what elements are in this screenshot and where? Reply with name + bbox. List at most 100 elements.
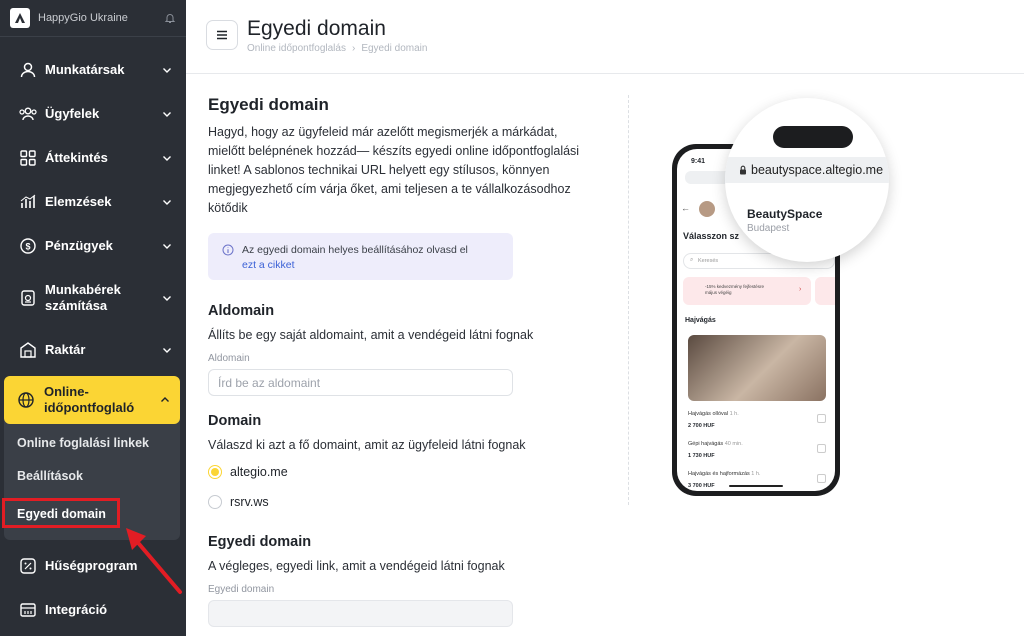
sidebar-item-label: Munkabérek számítása [45, 282, 121, 313]
sidebar-item-label: Ügyfelek [45, 106, 100, 121]
promo-card [815, 277, 835, 305]
avatar [699, 201, 715, 217]
sidebar-item-label: Pénzügyek [45, 238, 113, 253]
magnifier-zoom: beautyspace.altegio.me BeautySpace Budap… [725, 98, 889, 262]
chevron-down-icon [163, 296, 171, 301]
service-price: 2 700 HUF [688, 423, 715, 429]
url-bar: beautyspace.altegio.me [725, 157, 889, 183]
page-header: Egyedi domain Online időpontfoglalás › E… [186, 0, 1024, 74]
custom-domain-label: Egyedi domain [208, 584, 275, 595]
section-description: Hagyd, hogy az ügyfeleid már azelőtt meg… [208, 125, 580, 215]
coin-icon: $ [18, 236, 38, 256]
chevron-down-icon [163, 112, 171, 117]
subdomain-input[interactable]: Írd be az aldomaint [208, 369, 513, 396]
domain-option-rsrv[interactable]: rsrv.ws [208, 495, 608, 509]
red-arrow-icon [126, 528, 182, 594]
business-name: BeautySpace [747, 207, 823, 221]
sidebar-item-label: Raktár [45, 342, 86, 357]
url-text: beautyspace.altegio.me [751, 163, 884, 177]
sidebar-item-munkatarsak[interactable]: Munkatársak [0, 48, 186, 92]
service-image [688, 335, 826, 401]
breadcrumb: Online időpontfoglalás › Egyedi domain [247, 43, 427, 54]
highlight-box [2, 498, 120, 528]
sidebar-subitem-booking-links[interactable]: Online foglalási linkek [4, 426, 180, 459]
bell-icon[interactable] [164, 12, 176, 24]
chevron-down-icon [163, 156, 171, 161]
sidebar-item-munkaberek[interactable]: Munkabérek számítása [0, 268, 186, 328]
radio-label: rsrv.ws [230, 495, 269, 509]
sidebar-item-raktar[interactable]: Raktár [0, 328, 186, 372]
phone-search-text: Keresés [698, 258, 719, 264]
service-item: Gépi hajvágás 40 min. [688, 441, 743, 447]
back-icon: ← [681, 203, 690, 213]
service-price: 1 730 HUF [688, 453, 715, 459]
domain-option-altegio[interactable]: altegio.me [208, 465, 608, 479]
sidebar-item-elemzesek[interactable]: Elemzések [0, 180, 186, 224]
service-item: Hajvágás ollóval 1 h. [688, 411, 739, 417]
sidebar-item-online-idopontfoglalo[interactable]: Online-időpontfoglaló [4, 376, 180, 424]
breadcrumb-item: Egyedi domain [361, 43, 428, 54]
warehouse-icon [18, 340, 38, 360]
brand-logo [10, 8, 30, 28]
sidebar-item-label: Munkatársak [45, 62, 125, 77]
hamburger-icon [217, 30, 227, 40]
integration-icon [18, 600, 38, 620]
chevron-down-icon [163, 244, 171, 249]
chevron-down-icon [163, 68, 171, 73]
percent-icon [18, 556, 38, 576]
page-title: Egyedi domain [247, 17, 386, 40]
sidebar-item-label: Integráció [45, 602, 108, 617]
grid-icon [18, 148, 38, 168]
sidebar-item-label: Elemzések [45, 194, 112, 209]
sidebar-item-label: Online-időpontfoglaló [44, 384, 135, 415]
sidebar-subitem-settings[interactable]: Beállítások [4, 459, 180, 492]
service-price: 3 700 HUF [688, 483, 715, 489]
chevron-down-icon [163, 348, 171, 353]
phone-time: 9:41 [691, 158, 706, 165]
custom-domain-title: Egyedi domain [208, 534, 312, 550]
svg-text:$: $ [25, 242, 30, 252]
brand-name: HappyGio Ukraine [38, 12, 128, 24]
domain-description: Válaszd ki azt a fő domaint, amit az ügy… [208, 438, 526, 452]
user-icon [18, 60, 38, 80]
promo-text: -15% kedvezmény fejfestésre május végéig [705, 284, 765, 295]
radio-unselected[interactable] [208, 495, 222, 509]
breadcrumb-item[interactable]: Online időpontfoglalás [247, 43, 346, 54]
sidebar-item-attekintes[interactable]: Áttekintés [0, 136, 186, 180]
radio-selected[interactable] [208, 465, 222, 479]
lock-icon [740, 165, 746, 175]
domain-title: Domain [208, 413, 262, 429]
phone-heading: Válasszon sz [683, 231, 740, 241]
info-box: Az egyedi domain helyes beállításához ol… [208, 233, 513, 280]
service-item: Hajvágás és hajformázás 1 h. [688, 471, 761, 477]
section-title: Egyedi domain [208, 95, 329, 114]
service-checkbox [817, 414, 826, 423]
chart-icon [18, 192, 38, 212]
service-checkbox [817, 444, 826, 453]
custom-domain-field[interactable] [208, 600, 513, 627]
service-checkbox [817, 474, 826, 483]
custom-domain-description: A végleges, egyedi link, amit a vendégei… [208, 559, 505, 573]
business-city: Budapest [747, 223, 790, 234]
info-text: Az egyedi domain helyes beállításához ol… [242, 243, 468, 280]
main-content: Egyedi domain Hagyd, hogy az ügyfeleid m… [208, 74, 608, 627]
chevron-up-icon [161, 397, 169, 402]
subdomain-title: Aldomain [208, 303, 275, 319]
divider [628, 95, 629, 505]
brand-bar[interactable]: HappyGio Ukraine [0, 0, 186, 37]
info-icon [222, 244, 234, 256]
subdomain-label: Aldomain [208, 353, 250, 364]
sidebar-item-penzugyek[interactable]: $ Pénzügyek [0, 224, 186, 268]
radio-label: altegio.me [230, 465, 288, 479]
info-message: Az egyedi domain helyes beállításához ol… [242, 244, 468, 256]
article-link[interactable]: ezt a cikket [242, 258, 468, 273]
chevron-down-icon [163, 200, 171, 205]
search-icon: ⌕ [690, 257, 694, 263]
subdomain-description: Állíts be egy saját aldomaint, amit a ve… [208, 328, 534, 342]
chevron-right-icon: › [351, 43, 356, 54]
promo-card: -15% kedvezmény fejfestésre május végéig… [683, 277, 811, 305]
home-indicator [729, 485, 783, 487]
menu-button[interactable] [206, 20, 238, 50]
sidebar-item-ugyfelek[interactable]: Ügyfelek [0, 92, 186, 136]
chevron-right-icon: › [799, 286, 802, 293]
